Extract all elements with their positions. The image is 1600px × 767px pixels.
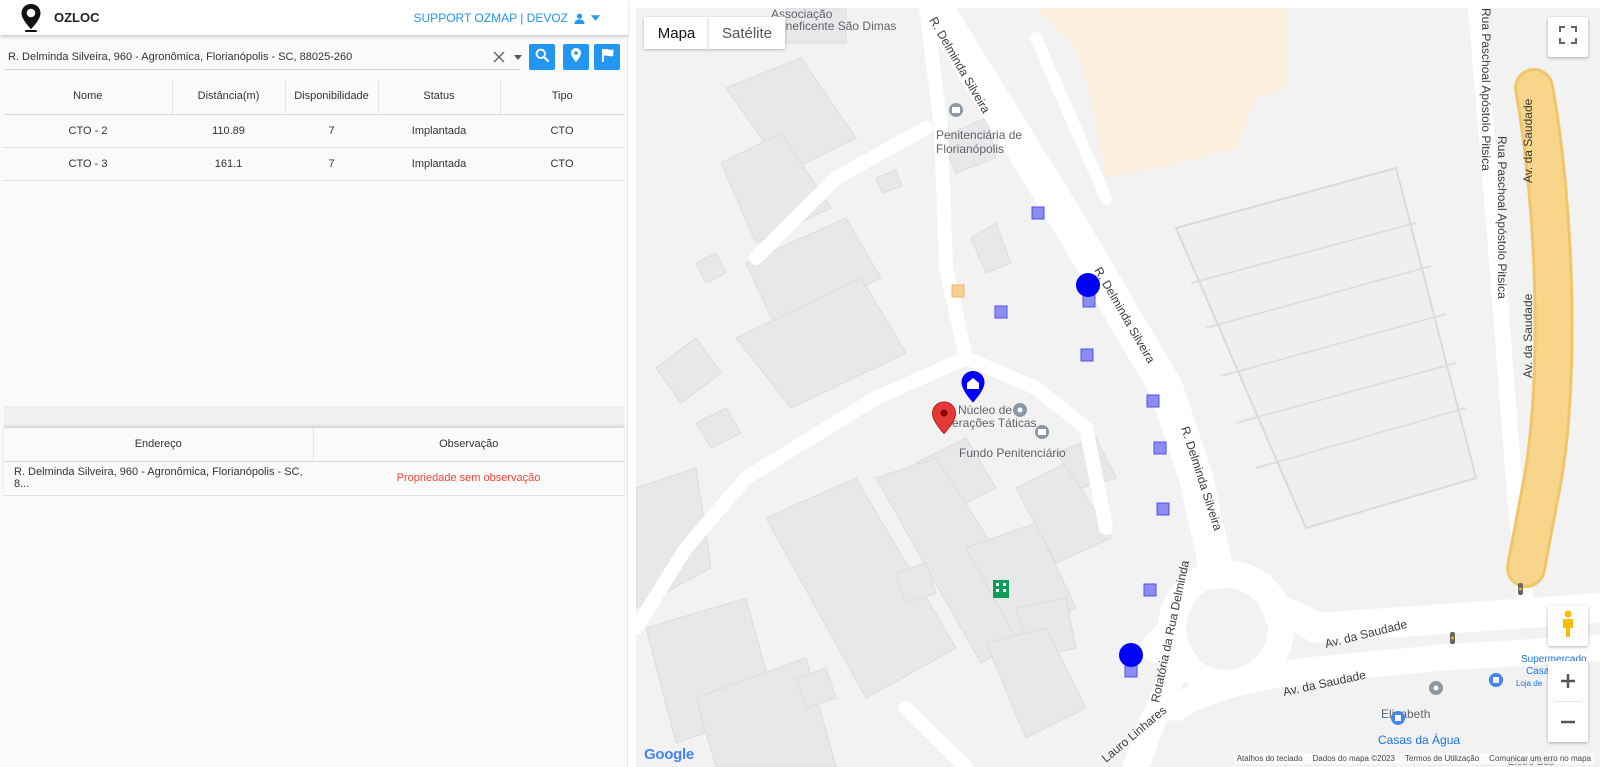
pegman-icon [1560, 610, 1576, 643]
column-header-distancia[interactable]: Distância(m) [172, 79, 286, 115]
keyboard-shortcuts-link[interactable]: Atalhos do teclado [1237, 754, 1303, 763]
label-penitenciaria-2: Florianópolis [936, 142, 1004, 156]
label-fundo: Fundo Penitenciário [959, 446, 1066, 460]
cto-table-header: Nome Distância(m) Disponibilidade Status… [4, 79, 624, 115]
locate-button[interactable] [563, 44, 589, 70]
column-header-status[interactable]: Status [378, 79, 501, 115]
user-icon [574, 13, 585, 24]
address-search-input[interactable] [4, 44, 520, 70]
cto-circle-marker[interactable] [1076, 273, 1100, 297]
cell-nome: CTO - 3 [4, 147, 172, 181]
app-title: OZLOC [54, 10, 100, 25]
landmark-icon[interactable] [949, 103, 963, 117]
location-pin-logo-icon [19, 3, 43, 33]
map-data-credit: Dados do mapa ©2023 [1312, 754, 1395, 763]
column-header-observacao: Observação [313, 428, 624, 462]
landmark-icon[interactable] [1035, 425, 1049, 439]
cto-marker[interactable] [1153, 441, 1167, 455]
map-type-satelite-button[interactable]: Satélite [709, 17, 785, 49]
label-nucleo-1: Núcleo de [958, 403, 1012, 417]
column-header-endereco: Endereço [4, 428, 314, 462]
map-pin-icon [571, 47, 581, 67]
report-error-link[interactable]: Comunicar um erro no mapa [1489, 754, 1591, 763]
zoom-in-icon[interactable] [1548, 661, 1588, 701]
cell-distancia: 161.1 [172, 147, 285, 181]
label-loja: Loja de [1516, 679, 1543, 688]
cto-table: Nome Distância(m) Disponibilidade Status… [4, 79, 624, 181]
top-bar: OZLOC SUPPORT OZMAP | DEVOZ [0, 0, 628, 35]
label-elizabeth: Elizabeth [1381, 707, 1430, 721]
table-row[interactable]: CTO - 2 110.89 7 Implantada CTO [4, 114, 624, 148]
shopping-icon[interactable] [1489, 673, 1503, 687]
clear-icon[interactable] [492, 50, 506, 64]
cto-marker[interactable] [1080, 348, 1094, 362]
terms-link[interactable]: Termos de Utilização [1405, 754, 1479, 763]
address-table: Endereço Observação R. Delminda Silveira… [4, 428, 624, 496]
building-icon[interactable] [993, 580, 1009, 598]
cell-tipo: CTO [500, 147, 624, 181]
table-row[interactable]: R. Delminda Silveira, 960 - Agronômica, … [4, 461, 624, 496]
user-menu[interactable]: SUPPORT OZMAP | DEVOZ [414, 11, 600, 25]
cell-disponibilidade: 7 [285, 114, 378, 148]
user-menu-label: SUPPORT OZMAP | DEVOZ [413, 11, 568, 25]
left-panel: OZLOC SUPPORT OZMAP | DEVOZ R. Delminda … [0, 0, 628, 767]
cto-marker[interactable] [1031, 206, 1045, 220]
search-button[interactable] [529, 44, 555, 70]
table-row[interactable]: CTO - 3 161.1 7 Implantada CTO [4, 147, 624, 181]
map-type-mapa-button[interactable]: Mapa [644, 17, 709, 49]
column-header-tipo[interactable]: Tipo [500, 79, 624, 115]
panel-divider [4, 406, 624, 428]
place-pin-icon[interactable] [1013, 403, 1027, 417]
cto-marker[interactable] [1146, 394, 1160, 408]
map-view[interactable]: Associação Beneficente São Dimas Peniten… [636, 8, 1600, 767]
cell-nome: CTO - 2 [4, 114, 172, 148]
label-pitsica-1: Rua Paschoal Apóstolo Pitsica [1479, 8, 1493, 171]
address-table-header: Endereço Observação [4, 428, 624, 462]
search-icon [535, 48, 550, 67]
cell-distancia: 110.89 [172, 114, 285, 148]
cto-marker[interactable] [994, 305, 1008, 319]
zoom-controls [1548, 661, 1588, 742]
cto-marker[interactable] [1156, 502, 1170, 516]
caret-down-icon [591, 15, 600, 21]
map-footer: Atalhos do teclado Dados do mapa ©2023 T… [1233, 753, 1594, 764]
label-beneficente: Beneficente São Dimas [771, 19, 896, 33]
cto-marker[interactable] [1143, 583, 1157, 597]
column-header-nome[interactable]: Nome [4, 79, 173, 115]
zoom-out-icon[interactable] [1548, 702, 1588, 742]
traffic-light-icon [1450, 632, 1455, 644]
traffic-light-icon [1518, 583, 1523, 595]
fullscreen-icon [1559, 25, 1577, 49]
cell-status: Implantada [378, 147, 500, 181]
cell-tipo: CTO [500, 114, 624, 148]
shopping-icon[interactable] [1391, 711, 1405, 725]
label-saudade-3: Av. da Saudade [1521, 98, 1535, 183]
cto-marker-orange[interactable] [951, 284, 965, 298]
flag-button[interactable] [594, 44, 620, 70]
flag-icon [601, 48, 614, 67]
google-logo: Google [644, 746, 694, 763]
dropdown-arrow-icon[interactable] [513, 53, 523, 61]
cell-observacao: Propriedade sem observação [313, 461, 624, 496]
cell-status: Implantada [378, 114, 500, 148]
place-pin-icon[interactable] [1429, 681, 1443, 695]
street-view-pegman[interactable] [1548, 606, 1588, 646]
label-pitsica-2: Rua Paschoal Apóstolo Pitsica [1495, 136, 1509, 299]
label-saudade-4: Av. da Saudade [1521, 293, 1535, 378]
cell-endereco: R. Delminda Silveira, 960 - Agronômica, … [4, 461, 313, 496]
google-wordmark: Google [644, 746, 694, 763]
cto-circle-marker[interactable] [1119, 643, 1143, 667]
label-casas-agua: Casas da Água [1378, 732, 1460, 747]
column-header-disponibilidade[interactable]: Disponibilidade [285, 79, 379, 115]
cell-disponibilidade: 7 [285, 147, 378, 181]
fullscreen-button[interactable] [1548, 17, 1588, 57]
label-penitenciaria-1: Penitenciária de [936, 128, 1022, 142]
search-bar [0, 44, 628, 70]
app-root: OZLOC SUPPORT OZMAP | DEVOZ R. Delminda … [0, 0, 1600, 767]
